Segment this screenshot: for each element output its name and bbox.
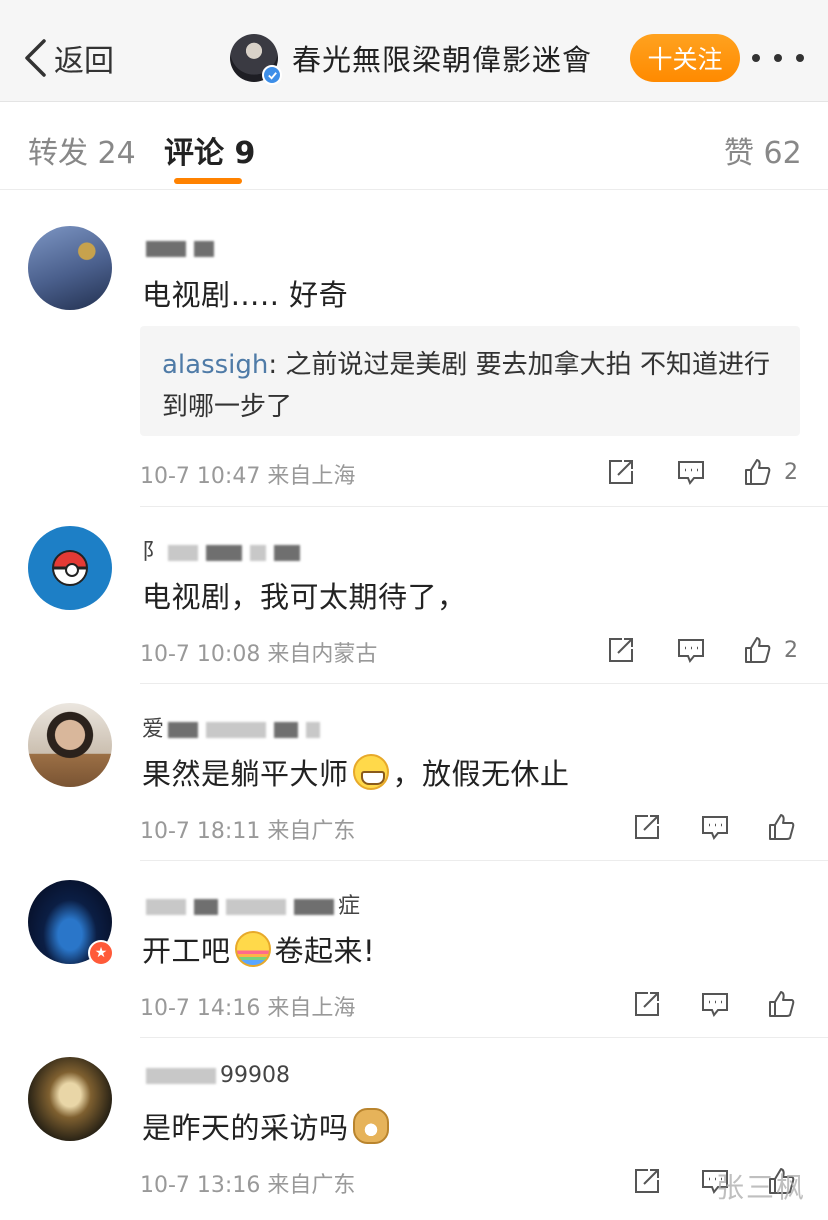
share-icon — [635, 815, 659, 839]
comment-location: 来自广东 — [267, 1173, 356, 1198]
reply-button[interactable] — [700, 809, 730, 845]
account-info[interactable]: 春光無限梁朝偉影迷會 — [230, 32, 592, 85]
tab-comments[interactable]: 评论 9 — [164, 128, 255, 172]
reply-preview[interactable]: alassigh: 之前说过是美剧 要去加拿大拍 不知道进行到哪一步了 — [140, 326, 800, 436]
back-label: 返回 — [54, 44, 114, 79]
comment-text: 果然是躺平大师 ，放假无休止 — [142, 751, 570, 793]
comment-item: 电视剧….. 好奇 alassigh: 之前说过是美剧 要去加拿大拍 不知道进行… — [0, 190, 828, 508]
like-count: 2 — [784, 637, 798, 663]
thumbs-up-icon — [745, 459, 771, 485]
divider — [140, 860, 828, 861]
share-icon — [635, 992, 659, 1016]
divider — [140, 1037, 828, 1038]
comment-username[interactable]: 阝 — [142, 534, 304, 566]
vip-badge-icon: ★ — [88, 940, 114, 966]
reply-button[interactable] — [676, 632, 706, 668]
repost-button[interactable] — [632, 1163, 662, 1199]
tab-reposts[interactable]: 转发 24 — [28, 128, 136, 172]
like-count: 2 — [784, 459, 798, 485]
comment-time: 10-7 13:16 — [140, 1173, 261, 1198]
divider — [140, 683, 828, 684]
like-button[interactable] — [766, 809, 796, 845]
comment-username[interactable]: 99908 — [142, 1063, 290, 1088]
doge-emoji — [352, 1108, 389, 1144]
like-button[interactable]: 2 — [742, 632, 798, 668]
top-nav-bar: 返回 春光無限梁朝偉影迷會 十关注 — [0, 0, 828, 102]
comment-text: 是昨天的采访吗 — [142, 1105, 393, 1147]
account-name[interactable]: 春光無限梁朝偉影迷會 — [292, 37, 592, 79]
active-tab-indicator — [174, 178, 242, 184]
comment-time: 10-7 14:16 — [140, 996, 261, 1021]
comment-meta: 10-7 10:47 来自上海 — [140, 458, 355, 490]
comment-item: 阝 电视剧，我可太期待了， 10-7 10:08 来自内蒙古 2 — [0, 508, 828, 685]
comment-item: ★ 症 开工吧 卷起来! 10-7 14:16 来自上海 — [0, 862, 828, 1039]
reply-button[interactable] — [700, 986, 730, 1022]
comment-icon — [678, 461, 704, 485]
divider — [140, 506, 828, 507]
comment-location: 来自上海 — [267, 464, 356, 489]
comment-location: 来自广东 — [267, 819, 356, 844]
comment-username[interactable]: 症 — [142, 888, 360, 920]
comment-meta: 10-7 18:11 来自广东 — [140, 813, 355, 845]
more-options-icon[interactable] — [752, 40, 804, 76]
like-button[interactable]: 2 — [742, 454, 798, 490]
verified-badge-icon — [262, 65, 282, 85]
comment-location: 来自上海 — [267, 996, 356, 1021]
repost-button[interactable] — [632, 809, 662, 845]
comment-location: 来自内蒙古 — [267, 642, 378, 667]
watermark: 张三枫 — [716, 1171, 807, 1204]
comment-icon — [678, 639, 704, 663]
avatar[interactable] — [28, 703, 112, 787]
avatar[interactable] — [28, 526, 112, 610]
comment-username[interactable]: 爱 — [142, 711, 324, 743]
share-icon — [609, 460, 633, 484]
reply-button[interactable] — [676, 454, 706, 490]
repost-button[interactable] — [632, 986, 662, 1022]
comment-time: 10-7 10:47 — [140, 464, 261, 489]
comment-meta: 10-7 14:16 来自上海 — [140, 990, 355, 1022]
repost-button[interactable] — [606, 454, 636, 490]
thumbs-up-icon — [745, 637, 771, 663]
comment-time: 10-7 18:11 — [140, 819, 261, 844]
like-button[interactable] — [766, 986, 796, 1022]
thumbs-up-icon — [769, 991, 795, 1017]
avatar[interactable] — [28, 1057, 112, 1141]
comment-meta: 10-7 13:16 来自广东 — [140, 1167, 355, 1199]
comment-text: 电视剧….. 好奇 — [142, 278, 349, 312]
chevron-left-icon — [25, 39, 46, 77]
tab-bar: 转发 24 评论 9 赞 62 — [0, 102, 828, 190]
share-icon — [635, 1169, 659, 1193]
tab-likes[interactable]: 赞 62 — [724, 128, 802, 172]
comment-text: 开工吧 卷起来! — [142, 928, 375, 970]
repost-button[interactable] — [606, 632, 636, 668]
comment-meta: 10-7 10:08 来自内蒙古 — [140, 636, 377, 668]
account-avatar[interactable] — [230, 34, 282, 85]
pokeball-icon — [52, 550, 88, 586]
comment-text: 电视剧，我可太期待了， — [142, 580, 467, 614]
avatar[interactable] — [28, 226, 112, 310]
comment-item: 99908 是昨天的采访吗 10-7 13:16 来自广东 — [0, 1039, 828, 1220]
share-icon — [609, 638, 633, 662]
comment-item: 爱 果然是躺平大师 ，放假无休止 10-7 18:11 来自广东 — [0, 685, 828, 862]
thumbs-up-icon — [769, 814, 795, 840]
back-button[interactable]: 返回 — [22, 36, 114, 80]
grin-emoji — [352, 754, 389, 790]
reply-username[interactable]: alassigh — [162, 350, 268, 380]
rainbow-emoji — [234, 931, 271, 967]
follow-button[interactable]: 十关注 — [630, 34, 740, 82]
comment-username[interactable] — [142, 236, 218, 261]
comment-time: 10-7 10:08 — [140, 642, 261, 667]
comment-icon — [702, 816, 728, 840]
comment-icon — [702, 993, 728, 1017]
